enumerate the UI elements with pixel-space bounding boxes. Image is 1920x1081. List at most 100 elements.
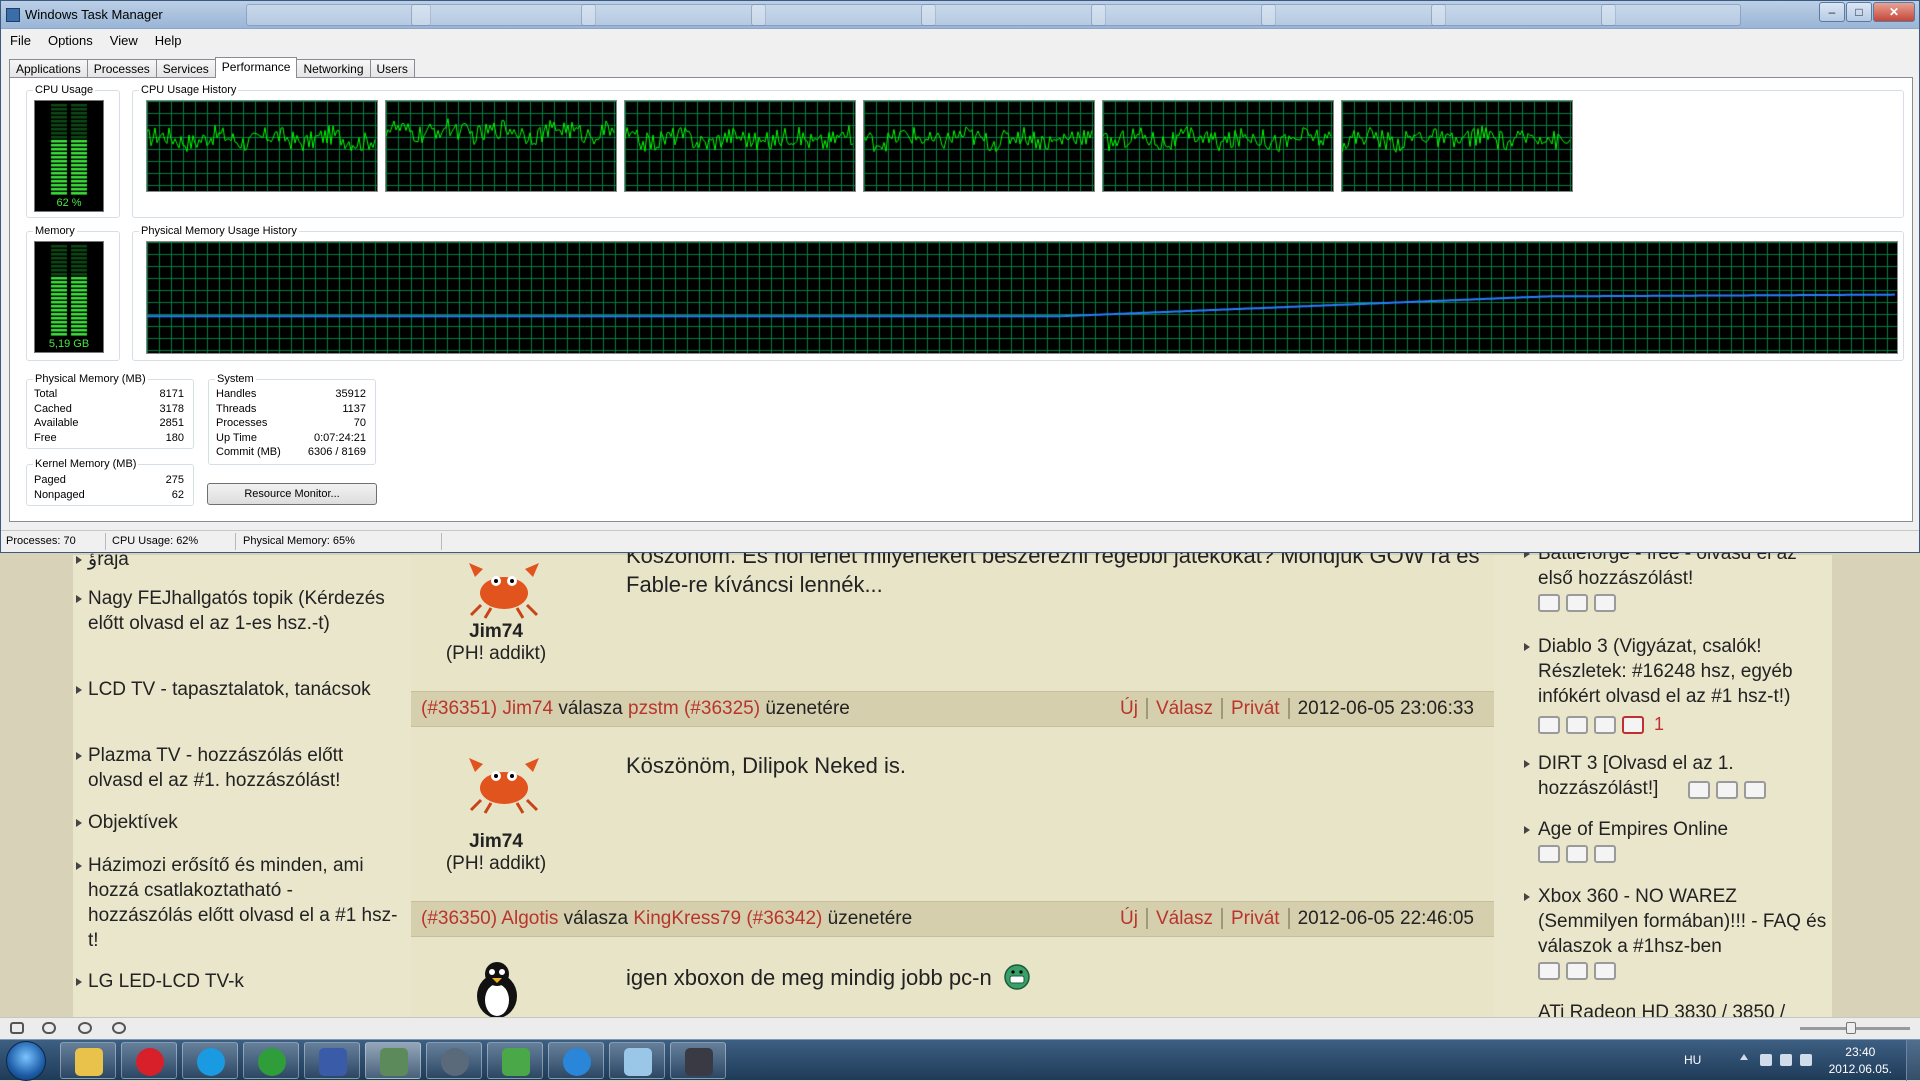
topic-link[interactable]: LCD TV - tapasztalatok, tanácsok [76,677,398,702]
reply-to-number-link[interactable]: (#36342) [746,908,822,929]
zoom-slider-knob[interactable] [1846,1022,1856,1034]
post-author-link[interactable]: Algotis [501,908,558,929]
right-topic-title[interactable]: ATi Radeon HD 3830 / 3850 / [1538,1000,1828,1017]
right-topic-item[interactable]: ATi Radeon HD 3830 / 3850 / [1538,1000,1828,1017]
bookmark-icon[interactable] [1538,715,1560,734]
topic-link[interactable]: Házimozi erősítő és minden, ami hozzá cs… [76,853,398,953]
new-post-link[interactable]: Új [1112,698,1148,719]
close-icon[interactable]: ✕ [1873,2,1915,22]
mail-icon[interactable] [1594,962,1616,980]
language-indicator[interactable]: HU [1684,1053,1701,1067]
topic-link[interactable]: Nagy FEJhallgatós topik (Kérdezés előtt … [76,586,398,636]
menu-help[interactable]: Help [146,30,190,48]
cpu-core-line [386,101,616,191]
minimize-icon[interactable]: – [1819,2,1845,22]
maximize-icon[interactable]: □ [1846,2,1872,22]
volume-icon[interactable] [1760,1054,1772,1066]
background-window-tab[interactable] [581,4,766,26]
right-topic-title[interactable]: Age of Empires Online [1538,817,1828,842]
zoom-slider[interactable] [1800,1022,1910,1034]
bookmark-icon[interactable] [1538,962,1560,980]
background-window-tab[interactable] [411,4,596,26]
reply-to-link[interactable]: pzstm [628,698,679,719]
menu-file[interactable]: File [1,30,39,48]
right-topic-item[interactable]: Xbox 360 - NO WAREZ (Semmilyen formában)… [1524,884,1828,980]
background-window-tab[interactable] [1601,4,1741,26]
mail-icon[interactable] [1594,845,1616,863]
trash-icon[interactable] [1566,594,1588,612]
utorrent-taskbar-icon[interactable] [243,1042,299,1079]
game-taskbar-icon[interactable] [670,1042,726,1079]
trash-icon[interactable] [1566,962,1588,980]
trash-icon[interactable] [1566,715,1588,734]
steam-taskbar-icon[interactable] [426,1042,482,1079]
stat-label: Up Time [216,431,257,444]
stat-value: 3178 [159,402,184,415]
alert-icon[interactable] [1622,715,1644,734]
title-bar[interactable]: Windows Task Manager – □ ✕ [1,1,1919,29]
author-name[interactable]: Jim74 [411,621,581,643]
new-post-link[interactable]: Új [1112,908,1148,929]
post-number-link[interactable]: (#36350) [421,908,497,929]
private-link[interactable]: Privát [1222,908,1290,929]
post-number-link[interactable]: (#36351) [421,698,497,719]
author-name[interactable]: Jim74 [411,831,581,853]
topic-link[interactable]: Objektívek [76,810,398,835]
notepad-taskbar-icon[interactable] [609,1042,665,1079]
cloud-icon[interactable] [42,1022,56,1034]
post-author-link[interactable]: Jim74 [502,698,553,719]
share-icon[interactable] [78,1022,92,1034]
right-topic-item[interactable]: DIRT 3 [Olvasd el az 1. hozzászólást!] [1524,751,1828,801]
background-window-tab[interactable] [751,4,936,26]
right-topic-item[interactable]: Age of Empires Online [1524,817,1828,863]
show-desktop-button[interactable] [1906,1040,1920,1081]
explorer-taskbar-icon[interactable] [60,1042,116,1079]
task-manager-taskbar-icon[interactable] [365,1042,421,1079]
opera-taskbar-icon[interactable] [121,1042,177,1079]
right-topic-item[interactable]: Diablo 3 (Vigyázat, csalók! Részletek: #… [1524,634,1828,737]
tab-performance[interactable]: Performance [214,57,298,78]
right-topic-title[interactable]: Xbox 360 - NO WAREZ (Semmilyen formában)… [1538,884,1828,959]
clock[interactable]: 23:40 2012.06.05. [1829,1044,1892,1078]
network-icon[interactable] [1800,1054,1812,1066]
mail-icon[interactable] [1744,781,1766,799]
mail-icon[interactable] [1594,715,1616,734]
bookmark-icon[interactable] [1538,845,1560,863]
right-topic-title[interactable]: Diablo 3 (Vigyázat, csalók! Részletek: #… [1538,634,1828,709]
start-button-icon[interactable] [6,1041,46,1081]
menu-options[interactable]: Options [39,30,101,48]
save-taskbar-icon[interactable] [304,1042,360,1079]
bookmark-icon[interactable] [1688,781,1710,799]
background-window-tab[interactable] [246,4,431,26]
post-header: (#36350) Algotis válasza KingKress79 (#3… [411,901,1494,937]
trash-icon[interactable] [1566,845,1588,863]
action-center-flag-icon[interactable] [1780,1054,1792,1066]
trash-icon[interactable] [1716,781,1738,799]
bookmark-icon[interactable] [1538,594,1560,612]
internet-explorer-taskbar-icon[interactable] [548,1042,604,1079]
background-window-tab[interactable] [921,4,1106,26]
mail-icon[interactable] [1594,594,1616,612]
reply-to-number-link[interactable]: (#36325) [684,698,760,719]
reply-link[interactable]: Válasz [1147,908,1223,929]
background-window-tab[interactable] [1261,4,1446,26]
tab-applications[interactable]: Applications [9,59,88,78]
tab-processes[interactable]: Processes [86,59,157,78]
tab-services[interactable]: Services [155,59,216,78]
tab-users[interactable]: Users [369,59,415,78]
resource-monitor-button[interactable]: Resource Monitor... [207,483,377,505]
topic-link[interactable]: Plazma TV - hozzászólás előtt olvasd el … [76,743,398,793]
reply-to-link[interactable]: KingKress79 [633,908,741,929]
background-window-tab[interactable] [1091,4,1276,26]
reply-link[interactable]: Válasz [1147,698,1223,719]
topic-link[interactable]: LG LED-LCD TV-k [76,969,398,994]
skype-taskbar-icon[interactable] [182,1042,238,1079]
tab-networking[interactable]: Networking [296,59,371,78]
background-window-tab[interactable] [1431,4,1616,26]
private-link[interactable]: Privát [1222,698,1290,719]
panel-icon[interactable] [10,1022,24,1034]
messenger-taskbar-icon[interactable] [487,1042,543,1079]
menu-view[interactable]: View [101,30,146,48]
speed-dial-icon[interactable] [112,1022,126,1034]
tray-expand-icon[interactable] [1740,1054,1748,1060]
